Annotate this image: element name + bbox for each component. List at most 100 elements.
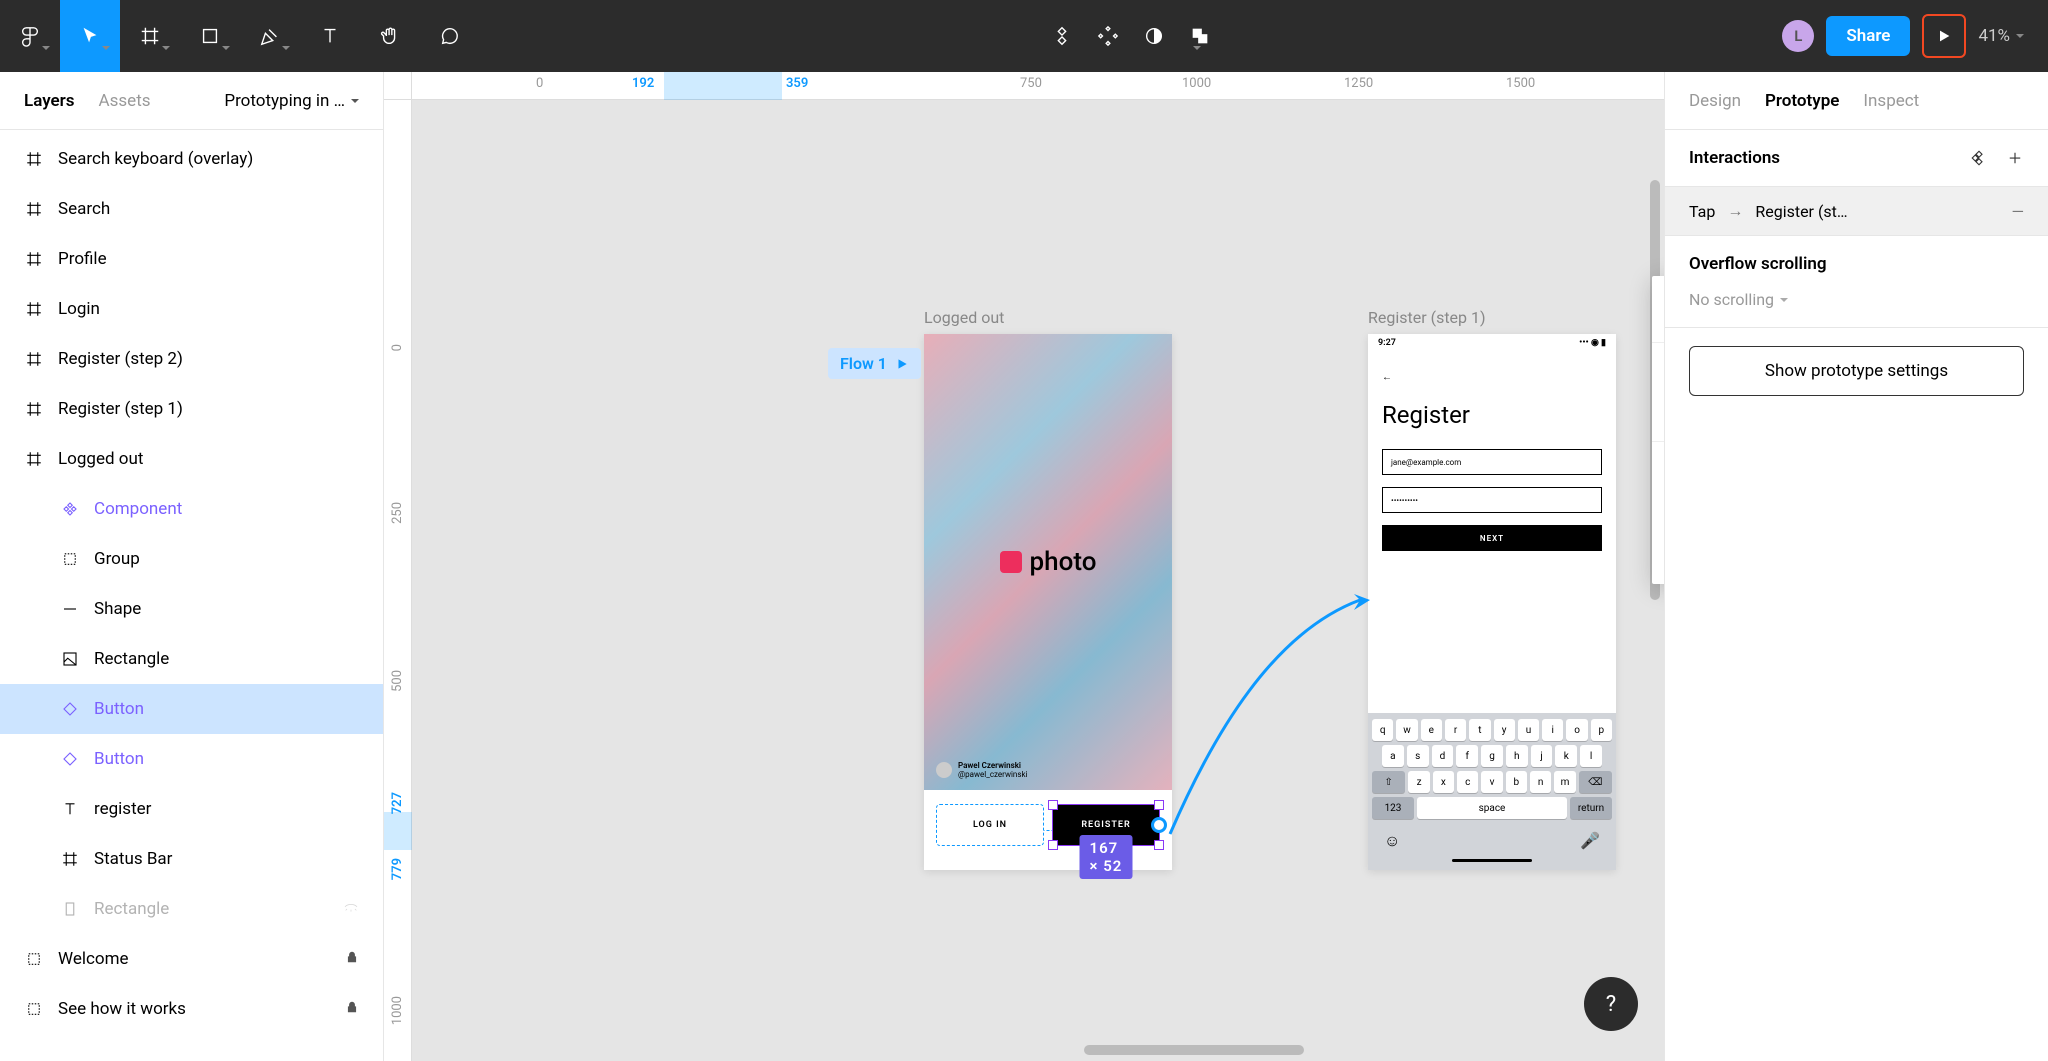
layer-statusbar[interactable]: Status Bar: [0, 834, 383, 884]
next-button[interactable]: NEXT: [1382, 525, 1602, 551]
key-d[interactable]: d: [1432, 745, 1454, 767]
layer-rectangle[interactable]: Rectangle: [0, 634, 383, 684]
tab-design[interactable]: Design: [1689, 91, 1741, 111]
key-o[interactable]: o: [1566, 719, 1587, 741]
layer-rectangle-hidden[interactable]: Rectangle: [0, 884, 383, 934]
backspace-key[interactable]: ⌫: [1579, 771, 1612, 793]
user-avatar[interactable]: L: [1782, 20, 1814, 52]
prototype-connection-node[interactable]: [1151, 817, 1167, 833]
key-g[interactable]: g: [1481, 745, 1503, 767]
photo-credit: Pawel Czerwinski@pawel_czerwinski: [936, 761, 1027, 780]
key-v[interactable]: v: [1481, 771, 1502, 793]
key-p[interactable]: p: [1591, 719, 1612, 741]
add-interaction-icon[interactable]: [2006, 149, 2024, 167]
frame-logged-out[interactable]: Logged out Flow 1 photo Pawel Czerwinski…: [924, 334, 1172, 870]
tab-inspect[interactable]: Inspect: [1863, 91, 1919, 111]
layer-frame[interactable]: Search keyboard (overlay): [0, 134, 383, 184]
figma-menu[interactable]: [0, 0, 60, 72]
frame-register-step1[interactable]: Register (step 1) 9:27••• ◉ ▮ ← Register…: [1368, 334, 1616, 870]
tab-assets[interactable]: Assets: [99, 91, 151, 111]
login-button[interactable]: LOG IN: [936, 804, 1044, 846]
comment-tool[interactable]: [420, 0, 480, 72]
effects-icon[interactable]: [1097, 0, 1119, 72]
interaction-row[interactable]: Tap → Register (st… —: [1665, 187, 2048, 236]
key-c[interactable]: c: [1457, 771, 1478, 793]
image-icon: [60, 649, 80, 669]
layer-frame[interactable]: Register (step 1): [0, 384, 383, 434]
remove-interaction-icon[interactable]: —: [2012, 202, 2025, 221]
lock-icon[interactable]: [345, 999, 359, 1019]
layer-frame[interactable]: Logged out: [0, 434, 383, 484]
file-select[interactable]: Prototyping in …: [224, 91, 359, 111]
space-key[interactable]: space: [1417, 797, 1567, 819]
key-s[interactable]: s: [1407, 745, 1429, 767]
hand-tool[interactable]: [360, 0, 420, 72]
email-input[interactable]: jane@example.com: [1382, 449, 1602, 475]
key-h[interactable]: h: [1506, 745, 1528, 767]
key-z[interactable]: z: [1408, 771, 1429, 793]
layer-component[interactable]: Component: [0, 484, 383, 534]
numbers-key[interactable]: 123: [1372, 797, 1414, 819]
present-play-button[interactable]: [1922, 14, 1966, 58]
key-m[interactable]: m: [1554, 771, 1575, 793]
layer-frame[interactable]: Register (step 2): [0, 334, 383, 384]
shift-key[interactable]: ⇧: [1372, 771, 1405, 793]
key-q[interactable]: q: [1372, 719, 1393, 741]
key-k[interactable]: k: [1555, 745, 1577, 767]
zoom-select[interactable]: 41%: [1978, 26, 2024, 46]
key-u[interactable]: u: [1518, 719, 1539, 741]
layer-welcome[interactable]: Welcome: [0, 934, 383, 984]
layer-shape[interactable]: Shape: [0, 584, 383, 634]
key-b[interactable]: b: [1506, 771, 1527, 793]
layer-frame[interactable]: Profile: [0, 234, 383, 284]
layer-group[interactable]: Group: [0, 534, 383, 584]
key-y[interactable]: y: [1494, 719, 1515, 741]
layer-frame[interactable]: Login: [0, 284, 383, 334]
help-button[interactable]: ?: [1584, 977, 1638, 1031]
register-button-selected[interactable]: REGISTER 167 × 52: [1052, 804, 1160, 846]
frame-tool[interactable]: [120, 0, 180, 72]
frame-icon: [24, 199, 44, 219]
key-l[interactable]: l: [1580, 745, 1602, 767]
components-icon[interactable]: [1051, 0, 1073, 72]
tab-layers[interactable]: Layers: [24, 91, 75, 111]
layer-label: Register (step 1): [58, 399, 183, 419]
layer-frame[interactable]: Search: [0, 184, 383, 234]
key-f[interactable]: f: [1456, 745, 1478, 767]
flow-start-badge[interactable]: Flow 1: [828, 348, 921, 379]
emoji-icon[interactable]: ☺: [1384, 831, 1400, 851]
key-e[interactable]: e: [1421, 719, 1442, 741]
mask-icon[interactable]: [1143, 0, 1165, 72]
layer-text[interactable]: register: [0, 784, 383, 834]
pen-tool[interactable]: [240, 0, 300, 72]
tab-prototype[interactable]: Prototype: [1765, 91, 1839, 111]
key-a[interactable]: a: [1382, 745, 1404, 767]
move-tool[interactable]: [60, 0, 120, 72]
boolean-icon[interactable]: [1189, 0, 1211, 72]
password-input[interactable]: ••••••••••: [1382, 487, 1602, 513]
horizontal-scrollbar[interactable]: [1084, 1045, 1304, 1055]
share-button[interactable]: Share: [1826, 16, 1910, 56]
canvas[interactable]: 0 192 359 750 1000 1250 1500 0 250 500 7…: [384, 72, 1664, 1061]
layer-seehow[interactable]: See how it works: [0, 984, 383, 1034]
show-prototype-settings-button[interactable]: Show prototype settings: [1689, 346, 2024, 396]
layer-button-selected[interactable]: Button: [0, 684, 383, 734]
key-t[interactable]: t: [1469, 719, 1490, 741]
hero-image: photo Pawel Czerwinski@pawel_czerwinski: [924, 334, 1172, 790]
key-i[interactable]: i: [1542, 719, 1563, 741]
key-j[interactable]: j: [1531, 745, 1553, 767]
lock-icon[interactable]: [345, 949, 359, 969]
key-x[interactable]: x: [1433, 771, 1454, 793]
layer-button[interactable]: Button: [0, 734, 383, 784]
key-n[interactable]: n: [1530, 771, 1551, 793]
visibility-icon[interactable]: [343, 899, 359, 920]
interaction-details-icon[interactable]: [1970, 149, 1988, 167]
key-w[interactable]: w: [1396, 719, 1417, 741]
return-key[interactable]: return: [1570, 797, 1612, 819]
text-tool[interactable]: [300, 0, 360, 72]
key-r[interactable]: r: [1445, 719, 1466, 741]
mic-icon[interactable]: 🎤: [1580, 831, 1600, 851]
shape-tool[interactable]: [180, 0, 240, 72]
layer-label: Search: [58, 199, 110, 219]
overflow-select[interactable]: No scrolling: [1689, 290, 2024, 309]
